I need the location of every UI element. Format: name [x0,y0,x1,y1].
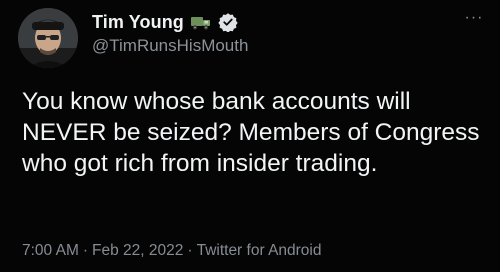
meta-separator: · [187,242,193,259]
tweet-card: Tim Young @TimRunsHisMouth ··· You know … [0,0,500,272]
tweet-source[interactable]: Twitter for Android [197,242,322,259]
avatar-image [18,8,78,68]
more-options-button[interactable]: ··· [462,10,486,26]
author-name-row: Tim Young [92,10,238,34]
author-display-name[interactable]: Tim Young [92,12,184,33]
tweet-time[interactable]: 7:00 AM [22,242,79,259]
meta-separator: · [82,242,89,259]
more-horizontal-icon: ··· [464,9,484,26]
tweet-meta: 7:00 AM · Feb 22, 2022 · Twitter for Android [22,242,322,260]
tweet-date[interactable]: Feb 22, 2022 [92,242,183,259]
author-handle[interactable]: @TimRunsHisMouth [92,36,248,56]
truck-emoji-icon [190,13,212,31]
avatar[interactable] [18,8,78,68]
verified-badge-icon [218,12,238,33]
tweet-text: You know whose bank accounts will NEVER … [22,88,480,177]
